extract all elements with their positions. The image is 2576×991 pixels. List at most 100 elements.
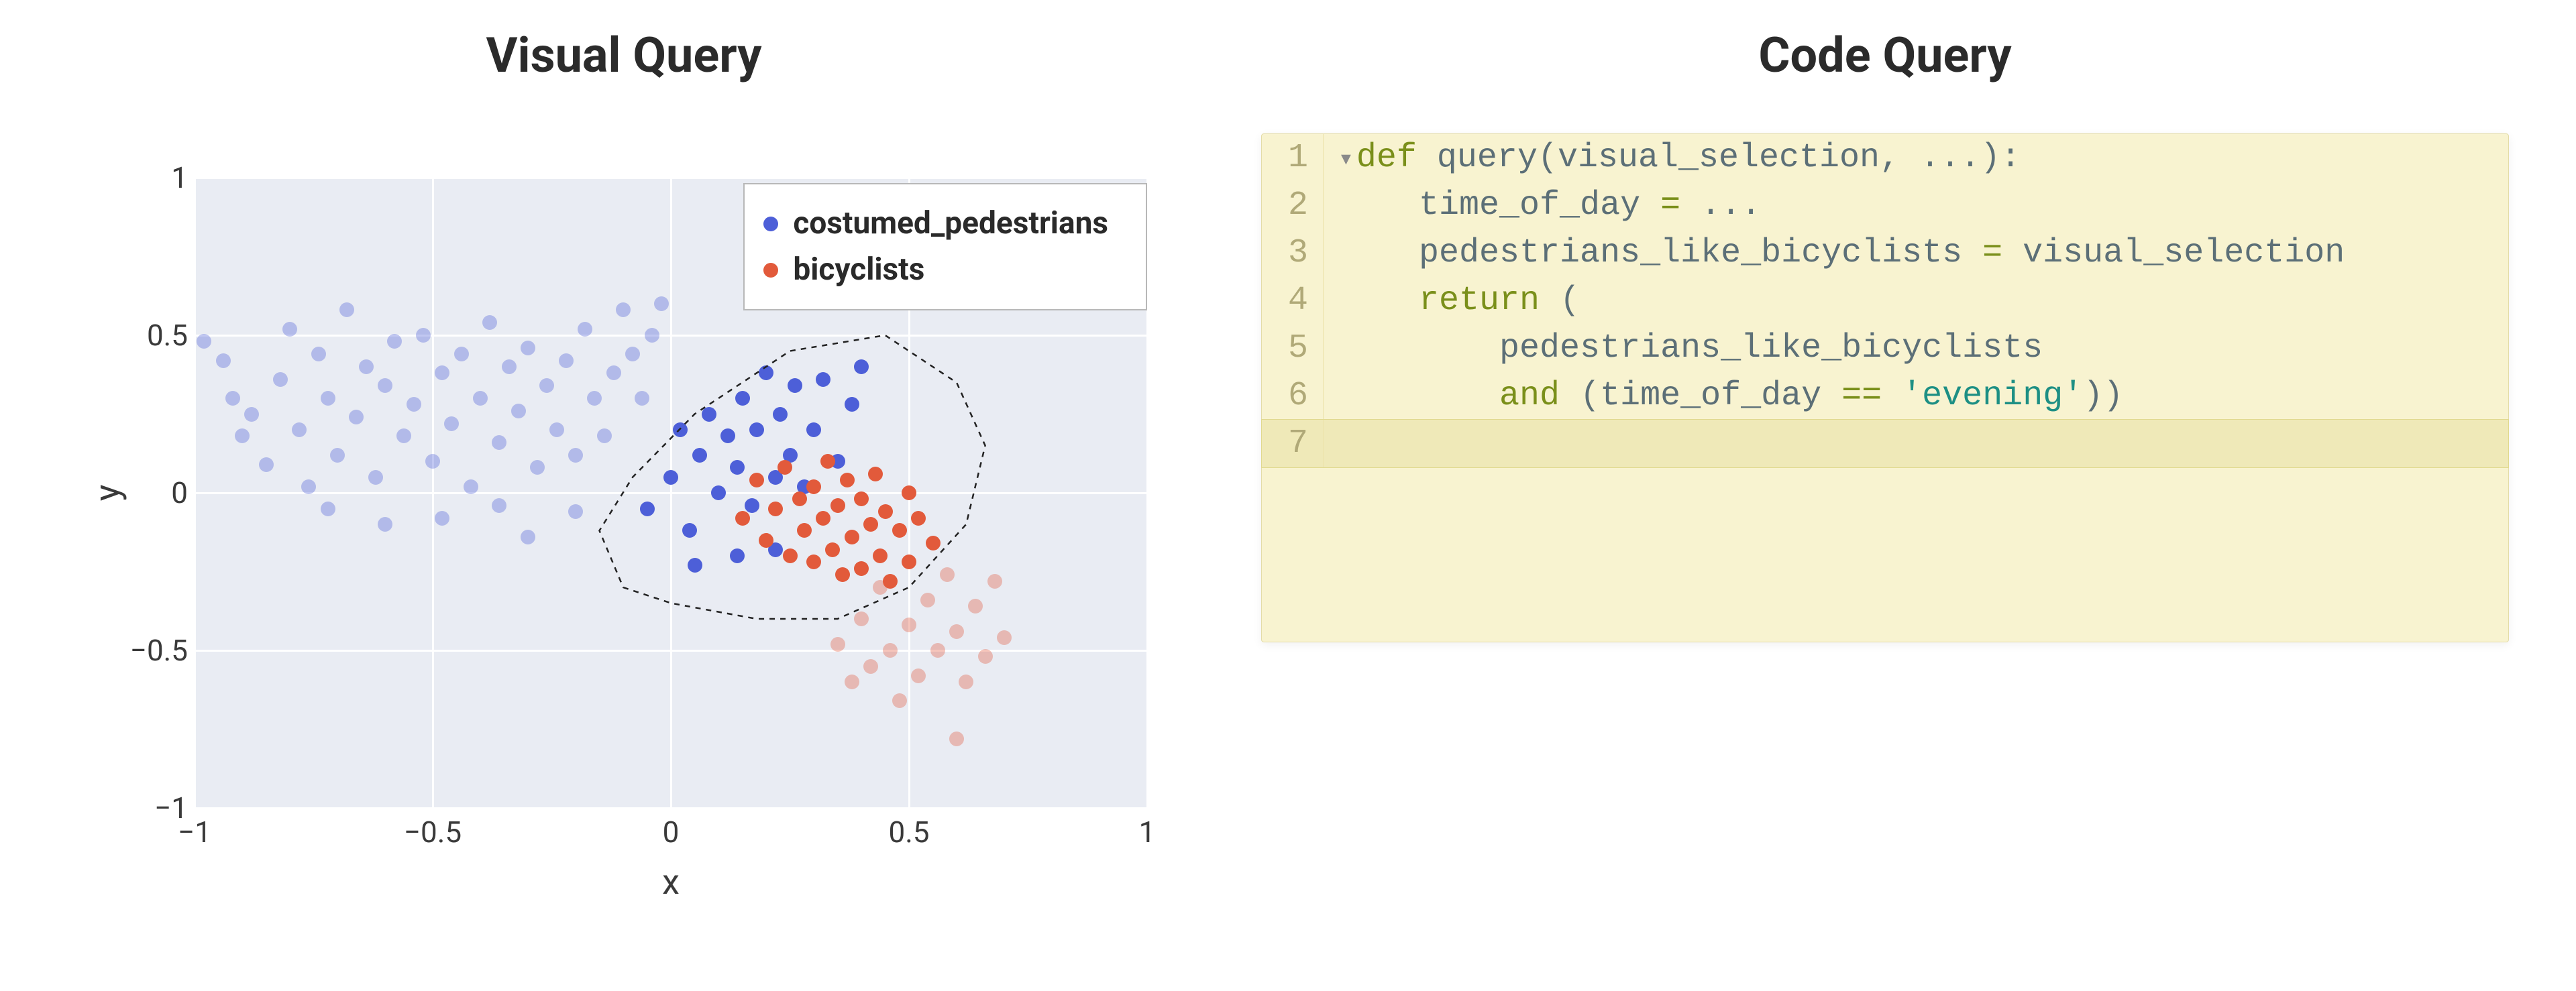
- data-point[interactable]: [197, 334, 211, 349]
- code-line[interactable]: 7: [1262, 420, 2508, 467]
- data-point[interactable]: [568, 448, 583, 463]
- legend-item[interactable]: costumed_pedestrians: [763, 200, 1108, 247]
- data-point[interactable]: [359, 359, 374, 374]
- code-line[interactable]: 6 and (time_of_day == 'evening')): [1262, 372, 2508, 420]
- data-point[interactable]: [920, 593, 935, 607]
- data-point[interactable]: [878, 504, 893, 519]
- data-point[interactable]: [502, 359, 517, 374]
- code-content[interactable]: time_of_day = ...: [1324, 182, 2508, 229]
- data-point[interactable]: [892, 523, 907, 538]
- data-point[interactable]: [378, 517, 392, 532]
- data-point[interactable]: [902, 555, 916, 569]
- data-point[interactable]: [773, 407, 788, 422]
- data-point[interactable]: [959, 675, 973, 689]
- data-point[interactable]: [292, 422, 307, 437]
- data-point[interactable]: [868, 467, 883, 481]
- data-point[interactable]: [825, 542, 840, 557]
- data-point[interactable]: [940, 567, 955, 582]
- data-point[interactable]: [492, 435, 506, 450]
- data-point[interactable]: [730, 548, 745, 563]
- data-point[interactable]: [902, 485, 916, 500]
- data-point[interactable]: [635, 391, 649, 406]
- data-point[interactable]: [273, 372, 288, 387]
- data-point[interactable]: [735, 391, 750, 406]
- code-line[interactable]: 5 pedestrians_like_bicyclists: [1262, 325, 2508, 372]
- code-content[interactable]: pedestrians_like_bicyclists: [1324, 325, 2508, 372]
- code-content[interactable]: ▾def query(visual_selection, ...):: [1324, 134, 2508, 182]
- data-point[interactable]: [873, 548, 888, 563]
- data-point[interactable]: [378, 378, 392, 393]
- data-point[interactable]: [783, 548, 798, 563]
- data-point[interactable]: [949, 732, 964, 746]
- data-point[interactable]: [349, 410, 364, 424]
- data-point[interactable]: [444, 416, 459, 431]
- data-point[interactable]: [559, 353, 574, 368]
- data-point[interactable]: [606, 365, 621, 380]
- data-point[interactable]: [625, 347, 640, 361]
- data-point[interactable]: [749, 422, 764, 437]
- data-point[interactable]: [688, 558, 702, 573]
- data-point[interactable]: [530, 460, 545, 475]
- data-point[interactable]: [930, 643, 945, 658]
- data-point[interactable]: [702, 407, 716, 422]
- data-point[interactable]: [863, 517, 878, 532]
- data-point[interactable]: [863, 659, 878, 674]
- data-point[interactable]: [464, 479, 478, 494]
- data-point[interactable]: [435, 365, 449, 380]
- scatter-chart[interactable]: −1−0.500.51−1−0.500.51 costumed_pedestri…: [87, 164, 1161, 915]
- data-point[interactable]: [759, 533, 773, 548]
- data-point[interactable]: [321, 502, 335, 516]
- data-point[interactable]: [454, 347, 469, 361]
- data-point[interactable]: [311, 347, 326, 361]
- data-point[interactable]: [330, 448, 345, 463]
- data-point[interactable]: [745, 498, 759, 513]
- data-point[interactable]: [816, 372, 830, 387]
- data-point[interactable]: [749, 473, 764, 487]
- data-point[interactable]: [987, 574, 1002, 589]
- data-point[interactable]: [235, 428, 250, 443]
- data-point[interactable]: [854, 359, 869, 374]
- data-point[interactable]: [387, 334, 402, 349]
- data-point[interactable]: [926, 536, 941, 550]
- data-point[interactable]: [645, 328, 659, 343]
- data-point[interactable]: [840, 473, 855, 487]
- data-point[interactable]: [259, 457, 274, 472]
- data-point[interactable]: [321, 391, 335, 406]
- data-point[interactable]: [282, 322, 297, 337]
- data-point[interactable]: [521, 341, 535, 355]
- data-point[interactable]: [730, 460, 745, 475]
- data-point[interactable]: [521, 530, 535, 544]
- code-editor[interactable]: 1▾def query(visual_selection, ...):2 tim…: [1261, 133, 2509, 642]
- data-point[interactable]: [368, 470, 383, 485]
- data-point[interactable]: [416, 328, 431, 343]
- data-point[interactable]: [482, 315, 497, 330]
- data-point[interactable]: [806, 422, 821, 437]
- data-point[interactable]: [663, 470, 678, 485]
- data-point[interactable]: [301, 479, 316, 494]
- code-line[interactable]: 1▾def query(visual_selection, ...):: [1262, 134, 2508, 182]
- data-point[interactable]: [597, 428, 612, 443]
- data-point[interactable]: [720, 428, 735, 443]
- data-point[interactable]: [820, 454, 835, 469]
- data-point[interactable]: [978, 649, 993, 664]
- data-point[interactable]: [396, 428, 411, 443]
- data-point[interactable]: [473, 391, 488, 406]
- data-point[interactable]: [692, 448, 707, 463]
- data-point[interactable]: [216, 353, 231, 368]
- data-point[interactable]: [539, 378, 554, 393]
- data-point[interactable]: [735, 511, 750, 526]
- code-content[interactable]: pedestrians_like_bicyclists = visual_sel…: [1324, 229, 2508, 277]
- data-point[interactable]: [968, 599, 983, 614]
- data-point[interactable]: [549, 422, 564, 437]
- data-point[interactable]: [883, 574, 898, 589]
- data-point[interactable]: [797, 523, 812, 538]
- data-point[interactable]: [425, 454, 440, 469]
- data-point[interactable]: [682, 523, 697, 538]
- data-point[interactable]: [845, 675, 859, 689]
- data-point[interactable]: [806, 555, 821, 569]
- data-point[interactable]: [759, 365, 773, 380]
- data-point[interactable]: [777, 460, 792, 475]
- data-point[interactable]: [578, 322, 592, 337]
- code-line[interactable]: 2 time_of_day = ...: [1262, 182, 2508, 229]
- data-point[interactable]: [616, 302, 631, 317]
